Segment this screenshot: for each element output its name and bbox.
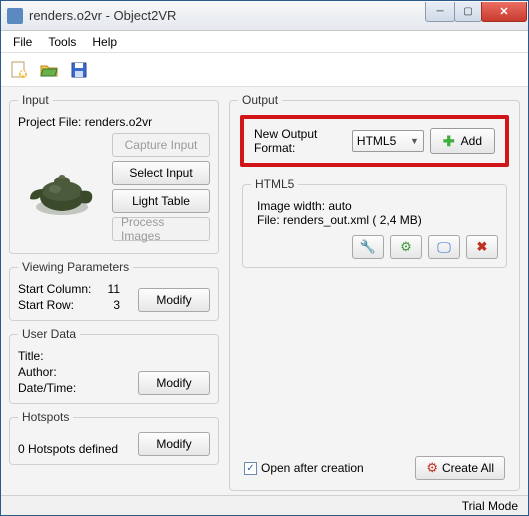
author-label: Author: (18, 365, 138, 379)
close-button[interactable]: ✕ (481, 2, 527, 22)
add-button-label: Add (461, 134, 482, 148)
wrench-icon: 🔧 (360, 239, 376, 255)
project-file-value: renders.o2vr (85, 115, 152, 129)
teapot-icon (22, 159, 102, 219)
process-images-button: Process Images (112, 217, 210, 241)
menubar: File Tools Help (1, 31, 528, 53)
save-project-button[interactable] (67, 58, 91, 82)
hotspots-text: 0 Hotspots defined (18, 442, 118, 456)
input-legend: Input (18, 93, 53, 107)
menu-file[interactable]: File (5, 33, 40, 51)
window-controls: ─ ▢ ✕ (426, 2, 527, 22)
trial-mode-text: Trial Mode (462, 499, 518, 513)
minimize-button[interactable]: ─ (425, 2, 455, 22)
maximize-icon: ▢ (463, 6, 472, 17)
output-delete-button[interactable]: ✖ (466, 235, 498, 259)
new-output-format-label: New Output Format: (254, 127, 346, 155)
minimize-icon: ─ (436, 6, 443, 17)
project-file-label: Project File: (18, 115, 81, 129)
new-file-icon: ★ (9, 60, 29, 80)
viewing-parameters-group: Viewing Parameters Start Column: 11 Start… (9, 260, 219, 321)
title-label: Title: (18, 349, 138, 363)
plus-icon: ✚ (443, 133, 455, 150)
app-window: renders.o2vr - Object2VR ─ ▢ ✕ File Tool… (0, 0, 529, 516)
hotspots-modify-button[interactable]: Modify (138, 432, 210, 456)
date-label: Date/Time: (18, 381, 138, 395)
output-format-value: HTML5 (357, 134, 396, 148)
open-after-label: Open after creation (261, 461, 364, 475)
output-group: Output New Output Format: HTML5 ▼ ✚ Add … (229, 93, 520, 491)
content-area: Input Project File: renders.o2vr (1, 87, 528, 495)
toolbar: ★ (1, 53, 528, 87)
input-preview (18, 133, 106, 245)
start-column-value: 11 (108, 282, 138, 296)
menu-tools[interactable]: Tools (40, 33, 84, 51)
app-icon (7, 8, 23, 24)
create-all-button[interactable]: ⚙ Create All (415, 456, 505, 480)
monitor-icon: 🖵 (437, 239, 451, 256)
hotspots-group: Hotspots 0 Hotspots defined Modify (9, 410, 219, 465)
light-table-button[interactable]: Light Table (112, 189, 210, 213)
statusbar: Trial Mode (1, 495, 528, 515)
input-group: Input Project File: renders.o2vr (9, 93, 219, 254)
user-data-group: User Data Title: Author: Date/Time: Modi… (9, 327, 219, 404)
hotspots-legend: Hotspots (18, 410, 73, 424)
output-settings-button[interactable]: 🔧 (352, 235, 384, 259)
select-input-button[interactable]: Select Input (112, 161, 210, 185)
start-row-value: 3 (113, 298, 138, 312)
window-title: renders.o2vr - Object2VR (29, 8, 426, 23)
save-icon (69, 60, 89, 80)
close-icon: ✕ (499, 5, 508, 18)
start-row-label: Start Row: (18, 298, 74, 312)
userdata-modify-button[interactable]: Modify (138, 371, 210, 395)
folder-open-icon (39, 60, 59, 80)
checkbox-checked-icon: ✓ (244, 462, 257, 475)
left-column: Input Project File: renders.o2vr (9, 93, 219, 491)
html5-legend: HTML5 (251, 177, 298, 191)
start-column-label: Start Column: (18, 282, 91, 296)
open-after-creation-checkbox[interactable]: ✓ Open after creation (244, 461, 364, 475)
gears-icon: ⚙ (426, 460, 438, 476)
new-output-highlight: New Output Format: HTML5 ▼ ✚ Add (240, 115, 509, 167)
viewing-modify-button[interactable]: Modify (138, 288, 210, 312)
user-data-legend: User Data (18, 327, 80, 341)
viewing-legend: Viewing Parameters (18, 260, 133, 274)
right-column: Output New Output Format: HTML5 ▼ ✚ Add … (229, 93, 520, 491)
open-project-button[interactable] (37, 58, 61, 82)
new-project-button[interactable]: ★ (7, 58, 31, 82)
file-line-text: File: renders_out.xml ( 2,4 MB) (251, 213, 498, 227)
titlebar: renders.o2vr - Object2VR ─ ▢ ✕ (1, 1, 528, 31)
x-icon: ✖ (477, 239, 488, 255)
html5-output-group: HTML5 Image width: auto File: renders_ou… (242, 177, 507, 268)
add-output-button[interactable]: ✚ Add (430, 128, 495, 154)
create-all-label: Create All (442, 461, 494, 475)
gear-green-icon: ⚙ (400, 239, 412, 255)
output-footer: ✓ Open after creation ⚙ Create All (238, 452, 511, 482)
output-preview-button[interactable]: 🖵 (428, 235, 460, 259)
output-legend: Output (238, 93, 282, 107)
capture-input-button: Capture Input (112, 133, 210, 157)
output-format-select[interactable]: HTML5 ▼ (352, 130, 424, 152)
project-file-row: Project File: renders.o2vr (18, 115, 210, 129)
menu-help[interactable]: Help (84, 33, 125, 51)
svg-text:★: ★ (18, 66, 29, 80)
output-skin-button[interactable]: ⚙ (390, 235, 422, 259)
maximize-button[interactable]: ▢ (454, 2, 482, 22)
chevron-down-icon: ▼ (410, 136, 419, 146)
image-width-text: Image width: auto (251, 199, 498, 213)
